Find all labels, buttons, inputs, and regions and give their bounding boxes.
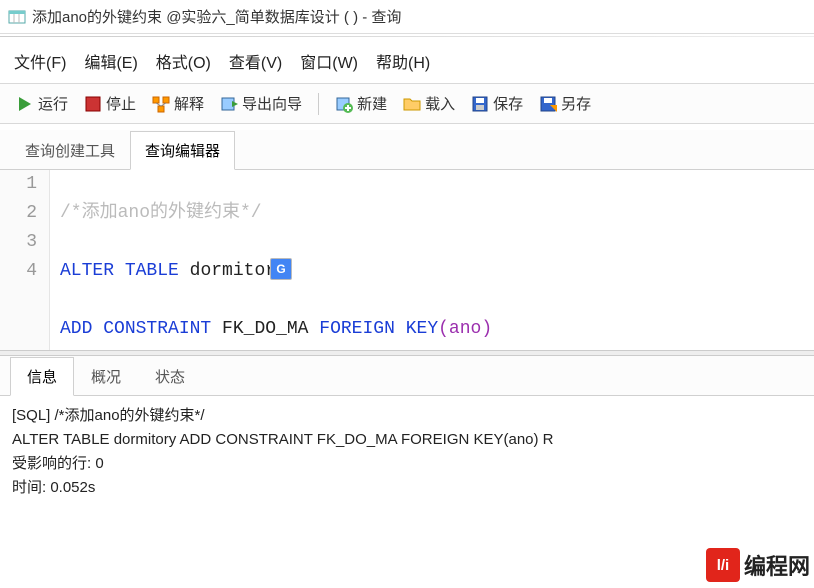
export-button[interactable]: 导出向导 xyxy=(214,90,308,117)
watermark-text: 编程网 xyxy=(744,549,814,581)
line-no: 2 xyxy=(0,199,37,228)
tab-query-editor[interactable]: 查询编辑器 xyxy=(130,131,235,170)
menu-bar: 文件(F) 编辑(E) 格式(O) 查看(V) 窗口(W) 帮助(H) xyxy=(0,39,814,83)
run-button[interactable]: 运行 xyxy=(10,90,74,117)
kw: CONSTRAINT xyxy=(103,319,211,339)
result-tabs: 信息 概况 状态 xyxy=(0,356,814,396)
saveas-icon xyxy=(539,95,557,113)
save-label: 保存 xyxy=(493,93,523,114)
save-button[interactable]: 保存 xyxy=(465,90,529,117)
explain-icon xyxy=(152,95,170,113)
load-label: 载入 xyxy=(425,93,455,114)
result-line: 时间: 0.052s xyxy=(12,476,802,500)
watermark-badge: l/i xyxy=(706,548,740,582)
save-icon xyxy=(471,95,489,113)
app-icon xyxy=(8,8,26,26)
export-icon xyxy=(220,95,238,113)
menu-file[interactable]: 文件(F) xyxy=(14,49,66,73)
result-line: 受影响的行: 0 xyxy=(12,452,802,476)
watermark: l/i 编程网 xyxy=(706,548,814,582)
stop-label: 停止 xyxy=(106,93,136,114)
explain-button[interactable]: 解释 xyxy=(146,90,210,117)
func: (ano) xyxy=(438,319,492,339)
new-label: 新建 xyxy=(357,93,387,114)
tab-info[interactable]: 信息 xyxy=(10,357,74,396)
tab-status[interactable]: 状态 xyxy=(138,357,202,396)
kw: FOREIGN xyxy=(319,319,395,339)
code-area[interactable]: /*添加ano的外键约束*/ ALTER TABLE dormitory ADD… xyxy=(50,170,814,350)
saveas-button[interactable]: 另存 xyxy=(533,90,597,117)
kw: ADD xyxy=(60,319,92,339)
kw: KEY xyxy=(406,319,438,339)
menu-help[interactable]: 帮助(H) xyxy=(376,49,430,73)
gutter: 1 2 3 4 xyxy=(0,170,50,350)
menu-format[interactable]: 格式(O) xyxy=(156,49,211,73)
run-label: 运行 xyxy=(38,93,68,114)
menu-view[interactable]: 查看(V) xyxy=(229,49,282,73)
line-no: 1 xyxy=(0,170,37,199)
editor-tabs: 查询创建工具 查询编辑器 xyxy=(0,130,814,170)
line-no: 4 xyxy=(0,257,37,286)
toolbar-separator xyxy=(318,93,319,115)
sql-editor[interactable]: 1 2 3 4 /*添加ano的外键约束*/ ALTER TABLE dormi… xyxy=(0,170,814,350)
menu-window[interactable]: 窗口(W) xyxy=(300,49,358,73)
stop-button[interactable]: 停止 xyxy=(78,90,142,117)
title-bar: 添加ano的外键约束 @实验六_简单数据库设计 ( ) - 查询 xyxy=(0,0,814,34)
ident: FK_DO_MA xyxy=(211,319,319,339)
sql-comment: /*添加ano的外键约束*/ xyxy=(60,203,262,223)
result-line: [SQL] /*添加ano的外键约束*/ xyxy=(12,404,802,428)
play-icon xyxy=(16,95,34,113)
window-title: 添加ano的外键约束 @实验六_简单数据库设计 ( ) - 查询 xyxy=(32,6,401,27)
folder-icon xyxy=(403,95,421,113)
new-button[interactable]: 新建 xyxy=(329,90,393,117)
result-panel: [SQL] /*添加ano的外键约束*/ ALTER TABLE dormito… xyxy=(0,396,814,508)
toolbar: 运行 停止 解释 导出向导 新建 载入 保存 另存 xyxy=(0,83,814,124)
tab-profile[interactable]: 概况 xyxy=(74,357,138,396)
result-line: ALTER TABLE dormitory ADD CONSTRAINT FK_… xyxy=(12,428,802,452)
kw: TABLE xyxy=(125,261,179,281)
separator xyxy=(0,36,814,37)
tab-query-builder[interactable]: 查询创建工具 xyxy=(10,131,130,170)
line-no: 3 xyxy=(0,228,37,257)
explain-label: 解释 xyxy=(174,93,204,114)
stop-icon xyxy=(84,95,102,113)
saveas-label: 另存 xyxy=(561,93,591,114)
menu-edit[interactable]: 编辑(E) xyxy=(84,49,137,73)
load-button[interactable]: 载入 xyxy=(397,90,461,117)
new-icon xyxy=(335,95,353,113)
translate-overlay-icon[interactable]: G xyxy=(270,258,292,280)
kw: ALTER xyxy=(60,261,114,281)
export-label: 导出向导 xyxy=(242,93,302,114)
